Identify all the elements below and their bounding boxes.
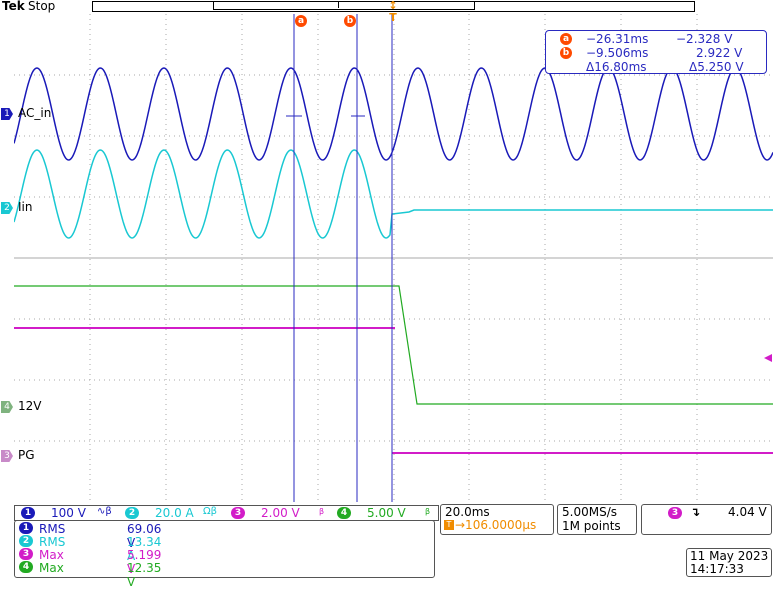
trigger-marker-label: T bbox=[389, 11, 397, 24]
ch2-label: Iin bbox=[18, 200, 33, 214]
measurement-ch4-icon: 4 bbox=[19, 561, 33, 573]
cursor-delta-time: Δ16.80ms bbox=[586, 60, 647, 74]
sample-rate: 5.00MS/s bbox=[562, 505, 617, 519]
cursor-a-icon: a bbox=[560, 33, 572, 45]
record-center-mark bbox=[338, 2, 339, 8]
ch2-coupling-icon: Ωβ bbox=[203, 506, 218, 517]
measurement-ch2-icon: 2 bbox=[19, 535, 33, 547]
ch1-scale[interactable]: 100 V bbox=[51, 506, 86, 520]
cursor-b-value: 2.922 V bbox=[696, 46, 743, 60]
ch1-label: AC_in bbox=[18, 106, 52, 120]
measurement-ch1-icon: 1 bbox=[19, 522, 33, 534]
record-length: 1M points bbox=[562, 519, 621, 533]
ch2-scale[interactable]: 20.0 A bbox=[155, 506, 194, 520]
ch3-level-marker bbox=[764, 354, 772, 362]
ch3-scale[interactable]: 2.00 V bbox=[261, 506, 300, 520]
ch4-scale[interactable]: 5.00 V bbox=[367, 506, 406, 520]
ch1-position-marker[interactable]: 1 bbox=[1, 108, 13, 120]
cursor-a-badge[interactable]: a bbox=[295, 15, 307, 27]
cursor-b-icon: b bbox=[560, 47, 572, 59]
brand-logo: Tek bbox=[2, 0, 25, 13]
horizontal-scale[interactable]: 20.0ms bbox=[445, 505, 490, 519]
measurement-type: RMS bbox=[39, 535, 66, 549]
record-view-window[interactable] bbox=[213, 1, 475, 10]
ch1-coupling-icon: ∿β bbox=[97, 506, 112, 517]
trigger-level[interactable]: 4.04 V bbox=[728, 505, 767, 519]
channel-scale-bar: 1 100 V ∿β 2 20.0 A Ωβ 3 2.00 V β 4 5.00… bbox=[14, 505, 439, 521]
ch4-scale-icon[interactable]: 4 bbox=[337, 507, 351, 519]
trigger-position[interactable]: →106.0000µs bbox=[455, 518, 536, 532]
cursor-b-badge[interactable]: b bbox=[344, 15, 356, 27]
measurement-type: RMS bbox=[39, 522, 66, 536]
acquisition-status: Stop bbox=[28, 0, 56, 13]
cursor-a-value: −2.328 V bbox=[676, 32, 733, 46]
waveform-display bbox=[14, 14, 773, 502]
trigger-source-icon: 3 bbox=[668, 507, 682, 519]
cursor-delta-value: Δ5.250 V bbox=[689, 60, 744, 74]
ch4-position-marker[interactable]: 4 bbox=[1, 401, 13, 413]
measurements-panel: 1 RMS 69.06 V 2 RMS 13.34 A 3 Max 5.199 … bbox=[14, 520, 435, 589]
trigger-position-icon: T bbox=[444, 520, 454, 530]
time: 14:17:33 bbox=[690, 562, 744, 576]
ch4-bandwidth-icon: β bbox=[425, 507, 431, 516]
date: 11 May 2023 bbox=[690, 549, 769, 563]
ch1-scale-icon[interactable]: 1 bbox=[21, 507, 35, 519]
trigger-panel[interactable]: 3 ↴ 4.04 V bbox=[641, 504, 772, 535]
ch3-scale-icon[interactable]: 3 bbox=[231, 507, 245, 519]
ch4-waveform bbox=[14, 285, 773, 405]
ch3-position-marker[interactable]: 3 bbox=[1, 450, 13, 462]
cursor-a-time: −26.31ms bbox=[586, 32, 649, 46]
trigger-position-marker[interactable]: ↕ T bbox=[387, 0, 399, 24]
ch3-bandwidth-icon: β bbox=[319, 507, 325, 516]
timebase-panel[interactable]: 20.0ms T →106.0000µs bbox=[440, 504, 554, 535]
cursor-readout-panel: a −26.31ms −2.328 V b −9.506ms 2.922 V Δ… bbox=[545, 30, 767, 74]
measurement-type: Max bbox=[39, 548, 64, 562]
ch3-label: PG bbox=[18, 448, 35, 462]
measurement-ch3-icon: 3 bbox=[19, 548, 33, 560]
ch2-position-marker[interactable]: 2 bbox=[1, 202, 13, 214]
measurement-type: Max bbox=[39, 561, 64, 575]
falling-edge-icon: ↴ bbox=[690, 505, 701, 519]
acquisition-panel[interactable]: 5.00MS/s 1M points bbox=[557, 504, 637, 535]
measurement-value: 12.35 V bbox=[127, 561, 162, 589]
cursor-b-time: −9.506ms bbox=[586, 46, 649, 60]
ch2-scale-icon[interactable]: 2 bbox=[125, 507, 139, 519]
ch4-label: 12V bbox=[18, 399, 42, 413]
datetime-panel: 11 May 2023 14:17:33 bbox=[686, 548, 772, 577]
